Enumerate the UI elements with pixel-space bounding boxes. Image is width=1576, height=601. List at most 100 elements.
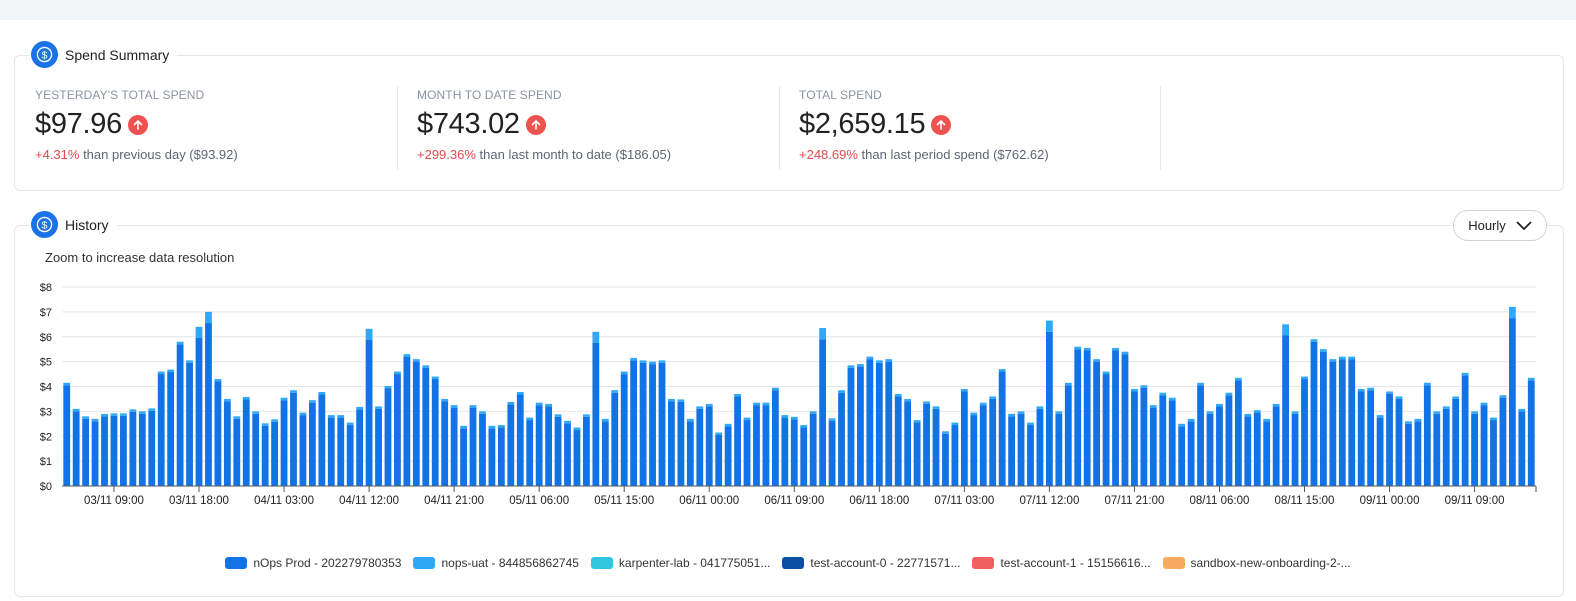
legend-swatch [782, 557, 805, 569]
bar-nops-uat [1159, 392, 1167, 396]
x-tick-label: 05/11 15:00 [594, 495, 654, 507]
bar-nops-uat [573, 427, 581, 431]
chevron-down-icon [1516, 221, 1532, 230]
bar-nops-prod [233, 418, 241, 486]
bar-nops-uat [781, 415, 789, 418]
x-tick-label: 08/11 06:00 [1190, 495, 1250, 507]
bar-nops-uat [620, 371, 628, 375]
legend-item[interactable]: karpenter-lab - 041775051... [590, 556, 770, 570]
bar-nops-uat [1093, 359, 1101, 362]
legend-swatch [225, 557, 248, 569]
bar-nops-prod [960, 391, 968, 486]
bar-nops-prod [223, 401, 231, 486]
bar-nops-prod [167, 372, 175, 486]
metric-label: YESTERDAY'S TOTAL SPEND [35, 88, 205, 102]
bar-nops-uat [979, 402, 987, 406]
bar-nops-prod [450, 407, 458, 486]
bar-nops-uat [91, 418, 99, 422]
bar-nops-prod [1272, 406, 1280, 486]
bar-nops-uat [989, 396, 997, 399]
bar-nops-uat [1433, 411, 1441, 414]
bar-nops-uat [290, 390, 297, 393]
x-tick-label: 05/11 06:00 [509, 495, 569, 507]
bar-nops-prod [403, 356, 411, 486]
bar-nops-uat [327, 415, 335, 418]
bar-nops-prod [1386, 393, 1393, 486]
bar-nops-uat [1490, 417, 1497, 421]
bar-nops-prod [195, 337, 203, 486]
legend-item[interactable]: nOps Prod - 202279780353 [225, 556, 401, 570]
bar-nops-prod [819, 339, 827, 486]
bar-nops-prod [242, 399, 250, 486]
bar-nops-prod [668, 401, 675, 486]
bar-nops-uat [1187, 418, 1195, 422]
arrow-up-icon [525, 114, 546, 135]
svg-text:$: $ [42, 220, 48, 231]
chart-legend: nOps Prod - 202279780353 nops-uat - 84485… [0, 556, 1576, 570]
bar-nops-uat [1376, 415, 1384, 418]
bar-nops-uat [601, 418, 609, 422]
bar-nops-uat [771, 387, 779, 391]
legend-item[interactable]: nops-uat - 844856862745 [413, 556, 579, 570]
bar-nops-prod [1083, 350, 1091, 486]
bar-nops-prod [932, 408, 940, 486]
bar-nops-prod [186, 362, 193, 486]
bar-nops-prod [365, 339, 373, 486]
metric-yesterday: YESTERDAY'S TOTAL SPEND $97.96 +4.31% th… [35, 88, 238, 172]
bar-nops-prod [1027, 425, 1034, 486]
bar-nops-uat [564, 420, 571, 424]
bar-nops-prod [148, 410, 156, 486]
y-tick-label: $7 [40, 307, 52, 319]
bar-nops-uat [1178, 423, 1186, 427]
legend-item[interactable]: test-account-1 - 15156616... [972, 556, 1151, 570]
metric-label: TOTAL SPEND [799, 88, 882, 102]
bar-nops-prod [677, 401, 685, 486]
bar-nops-uat [479, 411, 486, 414]
bar-nops-uat [1083, 347, 1091, 351]
bar-nops-uat [847, 365, 855, 368]
bar-nops-uat [639, 360, 647, 363]
bar-nops-uat [157, 371, 165, 375]
bar-nops-prod [1301, 379, 1308, 486]
bar-nops-prod [1395, 398, 1403, 486]
bar-nops-uat [1301, 376, 1308, 380]
bar-nops-prod [989, 398, 997, 486]
bar-nops-prod [762, 405, 770, 486]
bar-nops-prod [101, 416, 108, 486]
bar-nops-uat [1140, 385, 1148, 388]
history-bar-chart[interactable]: $0 $1 $2 $3 $4 $5 $6 $7 $8 03/11 09:00 03/11 18:00… [0, 270, 1576, 510]
metric-value: $2,659.15 [799, 108, 926, 140]
bar-nops-uat [668, 398, 675, 402]
bar-nops-prod [1291, 413, 1299, 486]
bar-nops-uat [337, 415, 345, 418]
bar-nops-prod [913, 422, 921, 486]
bar-nops-uat [318, 391, 326, 395]
x-tick-label: 06/11 18:00 [849, 495, 909, 507]
bar-nops-prod [686, 421, 694, 486]
bar-nops-prod [1149, 407, 1157, 486]
bar-nops-uat [1064, 382, 1072, 386]
bar-nops-prod [1452, 398, 1460, 486]
legend-swatch [590, 557, 613, 569]
granularity-dropdown[interactable]: Hourly [1453, 210, 1547, 241]
bar-nops-prod [743, 420, 751, 486]
bar-nops-prod [601, 421, 609, 486]
bar-nops-uat [592, 331, 600, 343]
legend-item[interactable]: test-account-0 - 22771571... [782, 556, 960, 570]
bar-nops-uat [857, 364, 864, 367]
legend-item[interactable]: sandbox-new-onboarding-2-... [1162, 556, 1351, 570]
metric-total: TOTAL SPEND $2,659.15 +248.69% than last… [799, 88, 1049, 172]
metric-label: MONTH TO DATE SPEND [417, 88, 562, 102]
bar-nops-uat [516, 391, 524, 395]
y-tick-label: $8 [40, 282, 52, 294]
bar-nops-prod [318, 394, 326, 486]
bar-nops-prod [82, 418, 90, 486]
bar-nops-uat [1045, 320, 1053, 332]
bar-nops-uat [1348, 356, 1356, 360]
bar-nops-uat [998, 369, 1006, 372]
bar-nops-prod [1008, 416, 1015, 486]
bar-nops-uat [1499, 395, 1507, 398]
bar-nops-uat [110, 413, 118, 416]
bar-nops-prod [573, 430, 581, 486]
bar-nops-uat [658, 360, 666, 363]
